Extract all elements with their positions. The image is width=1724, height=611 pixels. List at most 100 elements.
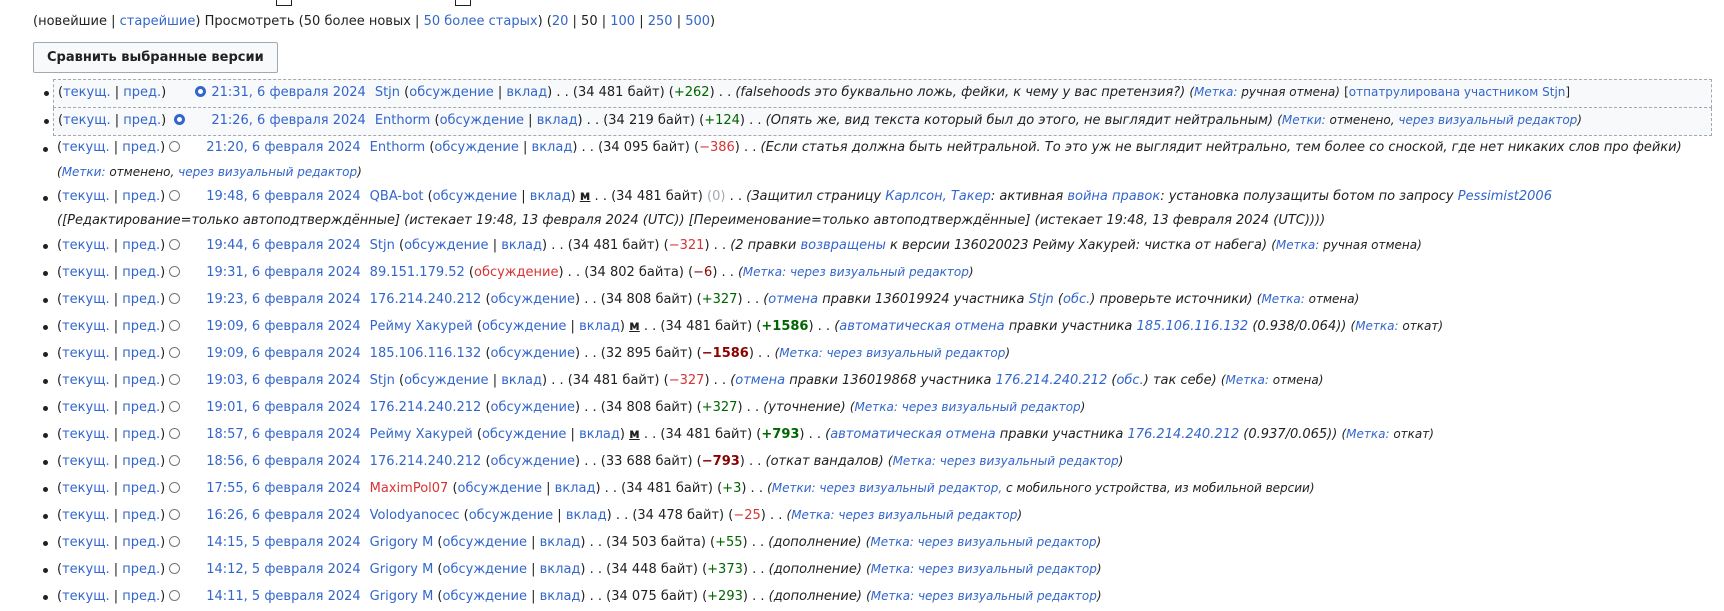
cur-link[interactable]: текущ. — [62, 346, 110, 361]
revision-date-link[interactable]: 19:44, 6 февраля 2024 — [206, 238, 360, 253]
tag-label-link[interactable]: Метка: — [743, 265, 786, 279]
cur-link[interactable]: текущ. — [63, 113, 111, 128]
radio-old[interactable] — [169, 563, 181, 574]
radio-old[interactable] — [169, 347, 181, 358]
talk-link[interactable]: обсуждение — [433, 189, 517, 204]
prev-link[interactable]: пред. — [122, 589, 160, 604]
tag-visual-editor-link[interactable]: через визуальный редактор — [918, 589, 1097, 603]
radio-old[interactable] — [169, 141, 181, 152]
cur-link[interactable]: текущ. — [62, 238, 110, 253]
talk-link[interactable]: обсуждение — [469, 508, 553, 523]
talk-link[interactable]: обсуждение — [404, 238, 488, 253]
radio-new[interactable] — [195, 86, 207, 97]
revision-date-link[interactable]: 14:12, 5 февраля 2024 — [206, 562, 360, 577]
tag-visual-editor-link[interactable]: через визуальный редактор — [826, 346, 1005, 360]
prev-link[interactable]: пред. — [122, 562, 160, 577]
talk-link[interactable]: обсуждение — [458, 481, 542, 496]
user-link[interactable]: Enthorm — [370, 140, 426, 155]
talk-link[interactable]: обсуждение — [443, 562, 527, 577]
cur-link[interactable]: текущ. — [62, 319, 110, 334]
contribs-link[interactable]: вклад — [540, 535, 581, 550]
cur-link[interactable]: текущ. — [62, 508, 110, 523]
limit-100-link[interactable]: 100 — [610, 14, 635, 29]
tag-label-link[interactable]: Метка: — [870, 535, 913, 549]
limit-250-link[interactable]: 250 — [648, 14, 673, 29]
tag-label-link[interactable]: Метка: — [1226, 373, 1269, 387]
user-link[interactable]: 176.214.240.212 — [370, 454, 482, 469]
cur-link[interactable]: текущ. — [62, 562, 110, 577]
tag-visual-editor-link[interactable]: через визуальный редактор — [918, 562, 1097, 576]
radio-old[interactable] — [169, 428, 181, 439]
tag-label-link[interactable]: Метка: — [855, 400, 898, 414]
tag-visual-editor-link[interactable]: через визуальный редактор — [178, 165, 357, 179]
talk-link[interactable]: обсуждение — [482, 427, 566, 442]
user-link-inline[interactable]: 185.106.116.132 — [1137, 319, 1249, 334]
tag-label-link[interactable]: Метка: — [791, 508, 834, 522]
talk-link[interactable]: обсуждение — [491, 292, 575, 307]
tags-label-link[interactable]: Метки: — [772, 481, 816, 495]
page-link[interactable]: Карлсон, Такер — [885, 189, 991, 204]
tag-label-link[interactable]: Метка: — [779, 346, 822, 360]
radio-old[interactable] — [169, 266, 181, 277]
user-link[interactable]: 176.214.240.212 — [370, 292, 482, 307]
auto-undo-link[interactable]: автоматическая отмена — [839, 319, 1004, 334]
cur-link[interactable]: текущ. — [62, 292, 110, 307]
radio-old[interactable] — [169, 536, 181, 547]
prev-link[interactable]: пред. — [122, 140, 160, 155]
user-link[interactable]: Stjn — [375, 85, 400, 100]
prev-link[interactable]: пред. — [122, 265, 160, 280]
compare-versions-button[interactable]: Сравнить выбранные версии — [33, 42, 278, 73]
tag-label-link[interactable]: Метка: — [871, 589, 914, 603]
prev-link[interactable]: пред. — [123, 113, 161, 128]
prev-link[interactable]: пред. — [122, 189, 160, 204]
revision-date-link[interactable]: 18:57, 6 февраля 2024 — [206, 427, 360, 442]
undo-link[interactable]: отмена — [735, 373, 785, 388]
tag-visual-editor-link[interactable]: через визуальный редактор — [940, 454, 1119, 468]
user-link-inline[interactable]: Stjn — [1029, 292, 1054, 307]
cur-link[interactable]: текущ. — [62, 400, 110, 415]
contribs-link[interactable]: вклад — [579, 427, 620, 442]
tag-visual-editor-link[interactable]: через визуальный редактор — [918, 535, 1097, 549]
patroller-link[interactable]: Stjn — [1542, 85, 1565, 99]
prev-link[interactable]: пред. — [122, 454, 160, 469]
radio-old[interactable] — [169, 190, 181, 201]
cur-link[interactable]: текущ. — [62, 427, 110, 442]
user-link[interactable]: QBA-bot — [370, 189, 424, 204]
radio-old[interactable] — [169, 320, 181, 331]
revision-date-link[interactable]: 21:31, 6 февраля 2024 — [211, 85, 365, 100]
checkbox-partial[interactable] — [455, 0, 471, 6]
revision-date-link[interactable]: 21:26, 6 февраля 2024 — [211, 113, 365, 128]
user-link[interactable]: Stjn — [370, 373, 395, 388]
user-link[interactable]: Рейму Хакурей — [370, 427, 473, 442]
revision-date-link[interactable]: 21:20, 6 февраля 2024 — [206, 140, 360, 155]
talk-link[interactable]: обсуждение — [409, 85, 493, 100]
talk-link[interactable]: обсуждение — [491, 400, 575, 415]
prev-link[interactable]: пред. — [122, 346, 160, 361]
prev-link[interactable]: пред. — [122, 400, 160, 415]
auto-undo-link[interactable]: автоматическая отмена — [830, 427, 995, 442]
tag-label-link[interactable]: Метка: — [1346, 427, 1389, 441]
contribs-link[interactable]: вклад — [540, 562, 581, 577]
contribs-link[interactable]: вклад — [579, 319, 620, 334]
talk-link[interactable]: обсуждение — [440, 113, 524, 128]
talk-link[interactable]: обсуждение — [404, 373, 488, 388]
user-link[interactable]: MaximPol07 — [370, 481, 449, 496]
revision-date-link[interactable]: 19:09, 6 февраля 2024 — [206, 319, 360, 334]
revision-date-link[interactable]: 19:23, 6 февраля 2024 — [206, 292, 360, 307]
radio-old[interactable] — [169, 455, 181, 466]
contribs-link[interactable]: вклад — [501, 373, 542, 388]
talk-link[interactable]: обсуждение — [434, 140, 518, 155]
radio-old[interactable] — [169, 374, 181, 385]
contribs-link[interactable]: вклад — [537, 113, 578, 128]
user-link[interactable]: Volodyanocec — [370, 508, 460, 523]
prev-link[interactable]: пред. — [122, 238, 160, 253]
revision-date-link[interactable]: 19:31, 6 февраля 2024 — [206, 265, 360, 280]
tag-label-link[interactable]: Метка: — [871, 562, 914, 576]
prev-link[interactable]: пред. — [122, 427, 160, 442]
talk-link[interactable]: обсуждение — [474, 265, 558, 280]
talk-short-link[interactable]: обс. — [1116, 373, 1143, 388]
cur-link[interactable]: текущ. — [62, 589, 110, 604]
patrolled-link[interactable]: отпатрулирована участником — [1349, 85, 1539, 99]
user-link[interactable]: Stjn — [370, 238, 395, 253]
revision-date-link[interactable]: 18:56, 6 февраля 2024 — [206, 454, 360, 469]
